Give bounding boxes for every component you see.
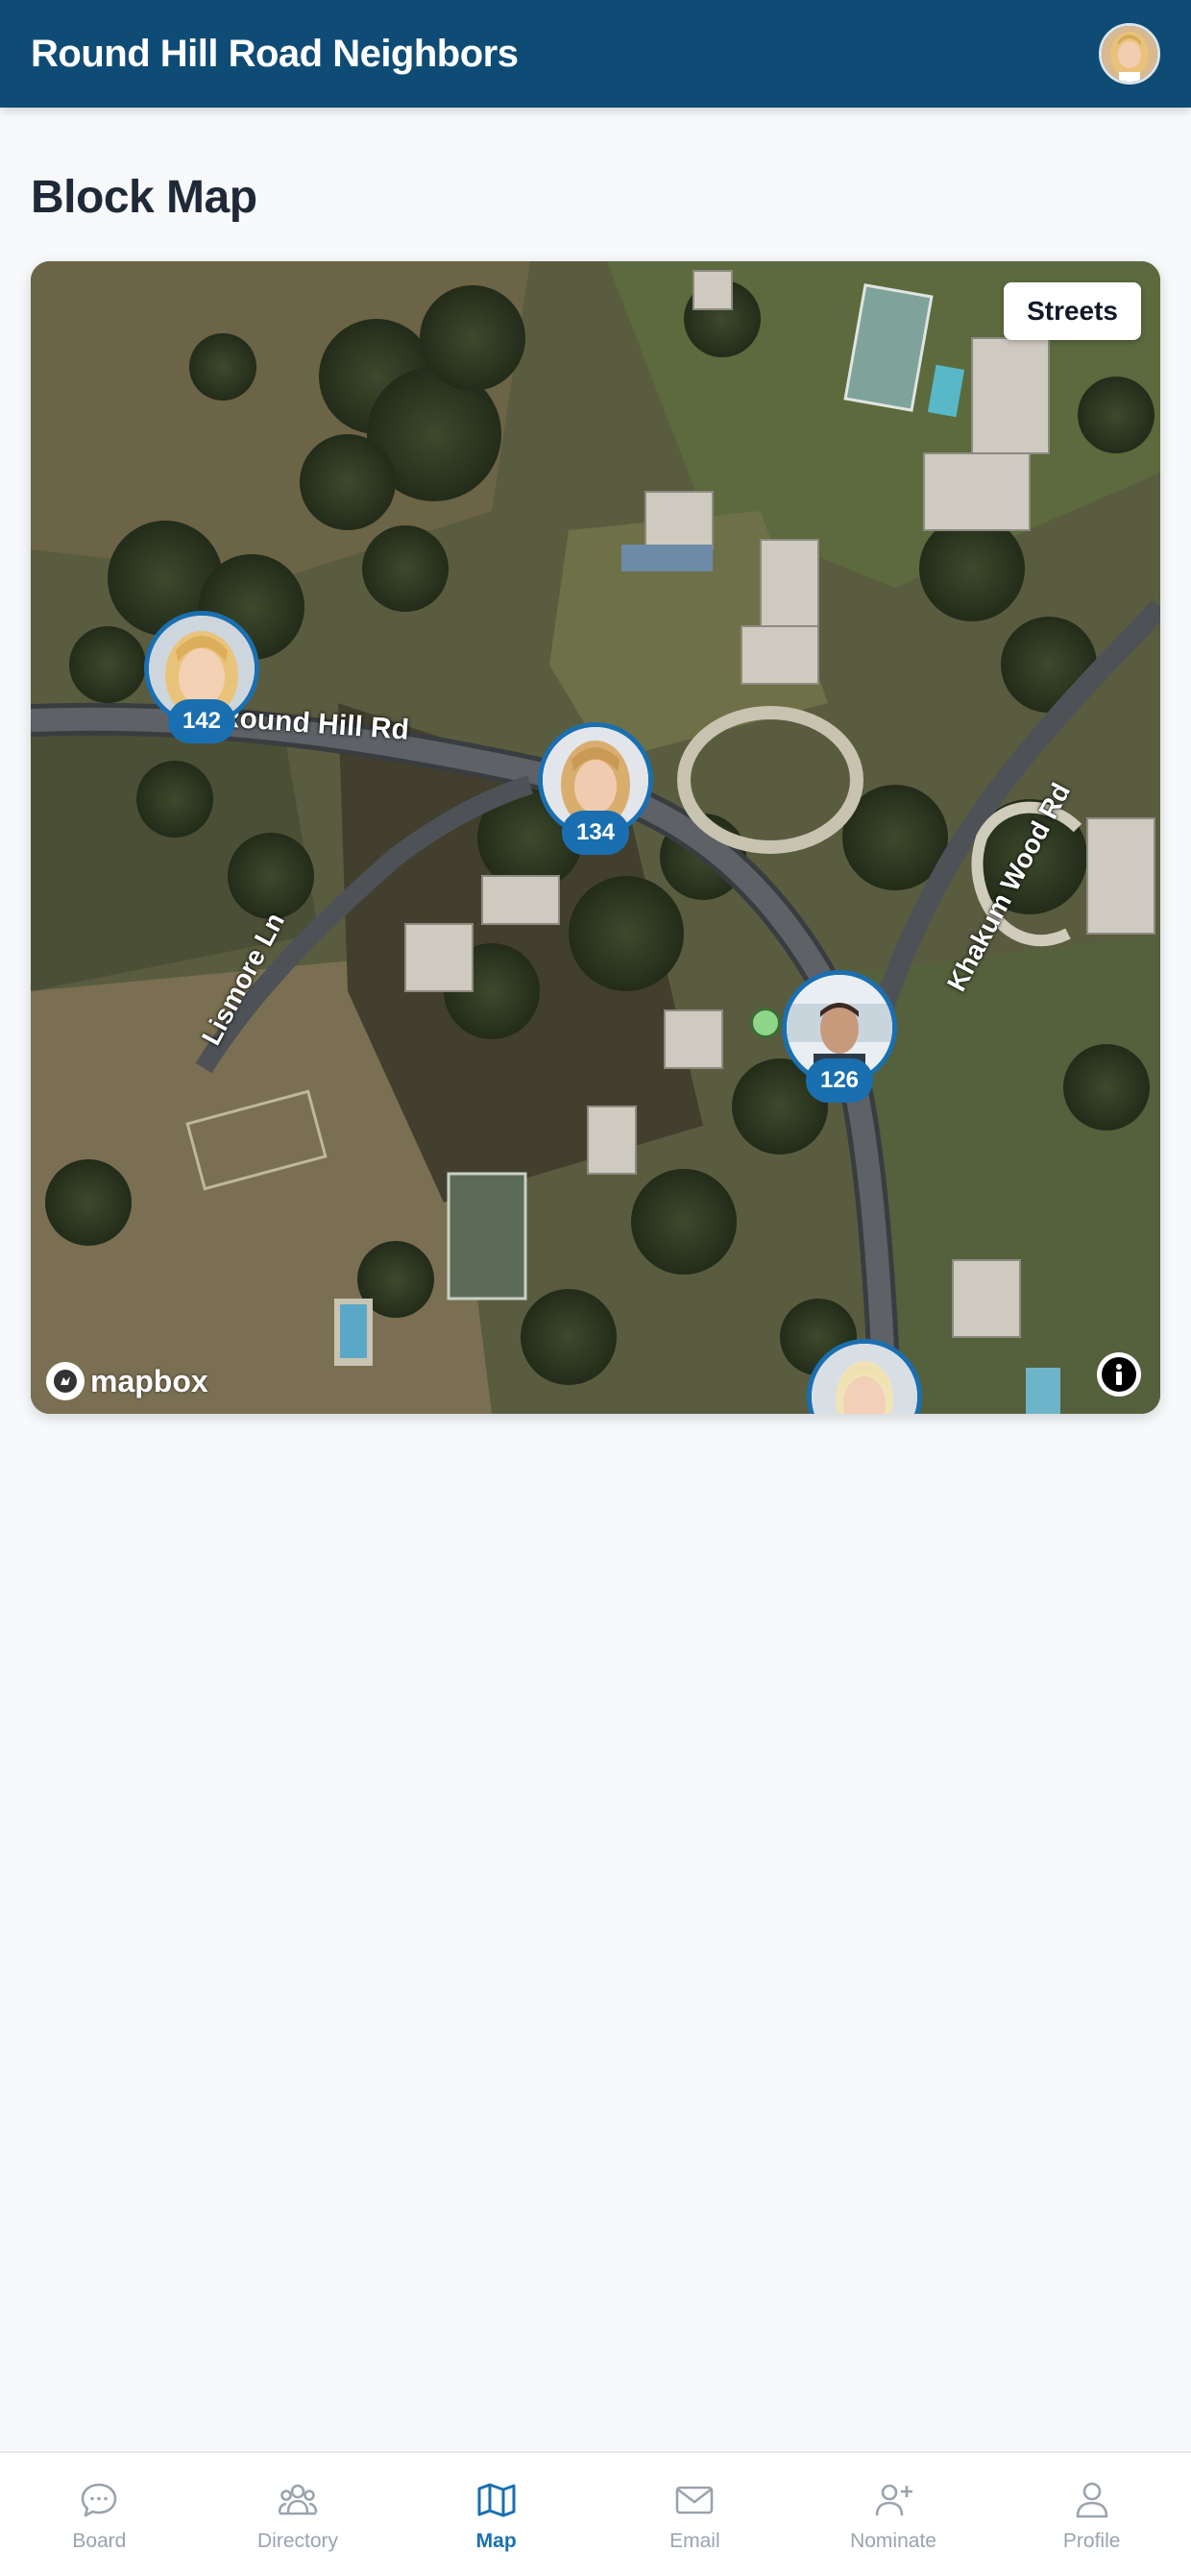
house-number-badge: 126: [805, 1058, 874, 1103]
house-marker[interactable]: [807, 1339, 922, 1414]
mail-icon: [676, 2486, 714, 2515]
people-icon: [278, 2484, 318, 2515]
map-icon: [477, 2483, 516, 2517]
house-marker-142[interactable]: 142: [144, 611, 259, 745]
house-marker-126[interactable]: 126: [782, 970, 897, 1105]
resident-avatar: [807, 1339, 922, 1414]
map-info-icon[interactable]: [1097, 1352, 1141, 1397]
nav-item-map[interactable]: Map: [397, 2453, 596, 2576]
nav-item-directory[interactable]: Directory: [199, 2453, 398, 2576]
nav-label: Map: [475, 2530, 517, 2552]
nav-item-profile[interactable]: Profile: [992, 2453, 1191, 2576]
page-title: Block Map: [31, 172, 257, 223]
mapbox-logo[interactable]: mapbox: [46, 1362, 208, 1400]
chat-bubble-icon: [82, 2483, 117, 2517]
bottom-nav: Board Directory Map Email Nominate Profi…: [0, 2451, 1191, 2576]
house-number-badge: 142: [167, 699, 236, 743]
house-number-badge: 134: [561, 811, 630, 855]
nav-label: Email: [669, 2530, 720, 2552]
poi-marker-icon[interactable]: [750, 1008, 781, 1038]
nav-item-board[interactable]: Board: [0, 2453, 199, 2576]
map-style-toggle-button[interactable]: Streets: [1004, 282, 1141, 340]
nav-label: Nominate: [850, 2530, 936, 2552]
add-user-icon: [875, 2484, 913, 2516]
nav-item-email[interactable]: Email: [596, 2453, 794, 2576]
nav-label: Board: [72, 2530, 127, 2552]
app-title: Round Hill Road Neighbors: [31, 32, 519, 75]
user-icon: [1076, 2482, 1107, 2518]
user-avatar[interactable]: [1099, 23, 1160, 85]
nav-label: Directory: [257, 2530, 339, 2552]
map-view[interactable]: Round Hill Rd Lismore Ln Khakum Wood Rd …: [31, 261, 1160, 1414]
nav-label: Profile: [1062, 2530, 1121, 2552]
nav-item-nominate[interactable]: Nominate: [794, 2453, 993, 2576]
house-marker-134[interactable]: 134: [538, 722, 653, 857]
app-header: Round Hill Road Neighbors: [0, 0, 1191, 108]
mapbox-mark-icon: [46, 1362, 85, 1400]
avatar-image: [1102, 26, 1157, 82]
mapbox-wordmark: mapbox: [90, 1363, 208, 1398]
